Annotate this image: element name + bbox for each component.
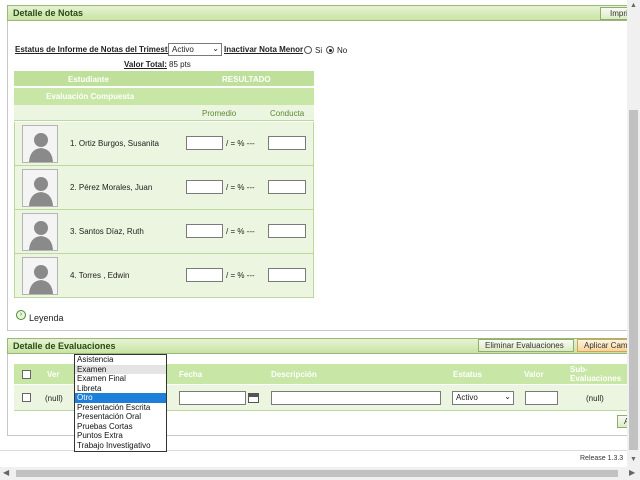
tipo-option[interactable]: Asistencia xyxy=(75,355,166,365)
eliminar-evaluaciones-button[interactable]: Eliminar Evaluaciones xyxy=(478,339,574,352)
tipo-option[interactable]: Trabajo Investigativo xyxy=(75,441,166,451)
evaluaciones-title: Detalle de Evaluaciones xyxy=(13,341,116,351)
promedio-pct: / = % --- xyxy=(226,183,255,192)
leyenda-link[interactable]: Leyenda xyxy=(29,313,64,323)
col-descripcion: Descripción xyxy=(271,370,317,379)
horizontal-scroll-thumb[interactable] xyxy=(16,470,618,477)
valor-total-value: 85 pts xyxy=(169,60,191,69)
grid-columns-row: Promedio Conducta xyxy=(14,105,314,121)
valor-total-label: Valor Total: xyxy=(124,60,167,69)
student-name: 4. Torres , Edwin xyxy=(70,271,130,280)
tipo-option[interactable]: Pruebas Cortas xyxy=(75,422,166,432)
notas-panel-header: Detalle de Notas xyxy=(7,5,640,21)
promedio-input[interactable] xyxy=(186,224,223,238)
user-silhouette-icon xyxy=(29,221,53,250)
estatus-select[interactable]: Activo ⌄ xyxy=(168,43,222,56)
avatar xyxy=(22,213,58,251)
promedio-input[interactable] xyxy=(186,268,223,282)
student-name: 3. Santos Díaz, Ruth xyxy=(70,227,144,236)
row-ver-value: (null) xyxy=(45,394,63,403)
col-fecha: Fecha xyxy=(179,370,203,379)
col-estudiante: Estudiante xyxy=(68,75,109,84)
student-name: 1. Ortiz Burgos, Susanita xyxy=(70,139,159,148)
tipo-option-selected[interactable]: Otro xyxy=(75,393,166,403)
tipo-option[interactable]: Presentación Escrita xyxy=(75,403,166,413)
vertical-scroll-thumb[interactable] xyxy=(629,110,638,450)
scroll-right-icon[interactable]: ▶ xyxy=(629,468,635,477)
scroll-up-icon[interactable]: ▲ xyxy=(630,2,637,9)
col-eval-compuesta: Evaluación Compuesta xyxy=(46,92,135,101)
scroll-down-icon[interactable]: ▼ xyxy=(630,456,637,463)
col-sub-evaluaciones-2: Evaluaciones xyxy=(570,374,622,383)
row-estatus-select[interactable]: Activo ⌄ xyxy=(452,391,514,405)
calendar-icon[interactable] xyxy=(248,393,259,403)
student-row: 4. Torres , Edwin / = % --- xyxy=(14,254,314,298)
user-silhouette-icon xyxy=(29,133,53,162)
user-silhouette-icon xyxy=(29,177,53,206)
col-promedio: Promedio xyxy=(202,109,237,118)
conducta-input[interactable] xyxy=(268,268,306,282)
col-estatus: Estatus xyxy=(453,370,482,379)
radio-si[interactable] xyxy=(304,46,312,54)
grid-header-row: Estudiante RESULTADO xyxy=(14,71,314,87)
col-valor: Valor xyxy=(524,370,544,379)
promedio-input[interactable] xyxy=(186,180,223,194)
fecha-input[interactable] xyxy=(179,391,246,405)
avatar xyxy=(22,125,58,163)
radio-si-label: Si xyxy=(315,46,323,55)
expand-arrow-icon[interactable]: › xyxy=(16,310,26,320)
valor-input[interactable] xyxy=(525,391,558,405)
radio-no-label: No xyxy=(337,46,348,55)
chevron-down-icon: ⌄ xyxy=(212,44,219,53)
avatar xyxy=(22,169,58,207)
promedio-pct: / = % --- xyxy=(226,227,255,236)
promedio-input[interactable] xyxy=(186,136,223,150)
promedio-pct: / = % --- xyxy=(226,139,255,148)
chevron-down-icon: ⌄ xyxy=(504,392,511,401)
conducta-input[interactable] xyxy=(268,224,306,238)
tipo-option[interactable]: Examen xyxy=(75,364,166,374)
row-estatus-value: Activo xyxy=(456,393,478,402)
tipo-option[interactable]: Presentación Oral xyxy=(75,412,166,422)
col-resultado: RESULTADO xyxy=(222,75,271,84)
notas-title: Detalle de Notas xyxy=(13,8,84,18)
scroll-left-icon[interactable]: ◀ xyxy=(3,468,9,477)
student-row: 3. Santos Díaz, Ruth / = % --- xyxy=(14,210,314,254)
row-sub-value: (null) xyxy=(586,394,604,403)
tipo-option[interactable]: Libreta xyxy=(75,384,166,394)
col-sub-evaluaciones-1: Sub- xyxy=(570,365,588,374)
row-checkbox[interactable] xyxy=(22,393,31,402)
student-row: 2. Pérez Morales, Juan / = % --- xyxy=(14,166,314,210)
horizontal-scrollbar[interactable]: ◀ ▶ xyxy=(0,467,640,480)
descripcion-input[interactable] xyxy=(271,391,441,405)
inactivar-label: Inactivar Nota Menor xyxy=(224,45,304,54)
tipo-option[interactable]: Puntos Extra xyxy=(75,431,166,441)
conducta-input[interactable] xyxy=(268,136,306,150)
tipo-evaluacion-listbox[interactable]: Asistencia Examen Examen Final Libreta O… xyxy=(74,354,167,452)
tipo-option[interactable]: Examen Final xyxy=(75,374,166,384)
conducta-input[interactable] xyxy=(268,180,306,194)
vertical-scrollbar[interactable]: ▲ ▼ xyxy=(627,0,640,467)
col-conducta: Conducta xyxy=(270,109,305,118)
select-all-checkbox[interactable] xyxy=(22,370,31,379)
release-label: Release 1.3.3 xyxy=(580,455,624,462)
student-name: 2. Pérez Morales, Juan xyxy=(70,183,153,192)
user-silhouette-icon xyxy=(29,265,53,294)
col-ver: Ver xyxy=(47,370,60,379)
radio-no[interactable] xyxy=(326,46,334,54)
estatus-select-value: Activo xyxy=(172,45,194,54)
grid-subheader-row: Evaluación Compuesta xyxy=(14,88,314,105)
student-row: 1. Ortiz Burgos, Susanita / = % --- xyxy=(14,122,314,166)
estatus-label: Estatus de Informe de Notas del Trimestr… xyxy=(15,45,176,54)
avatar xyxy=(22,257,58,295)
promedio-pct: / = % --- xyxy=(226,271,255,280)
